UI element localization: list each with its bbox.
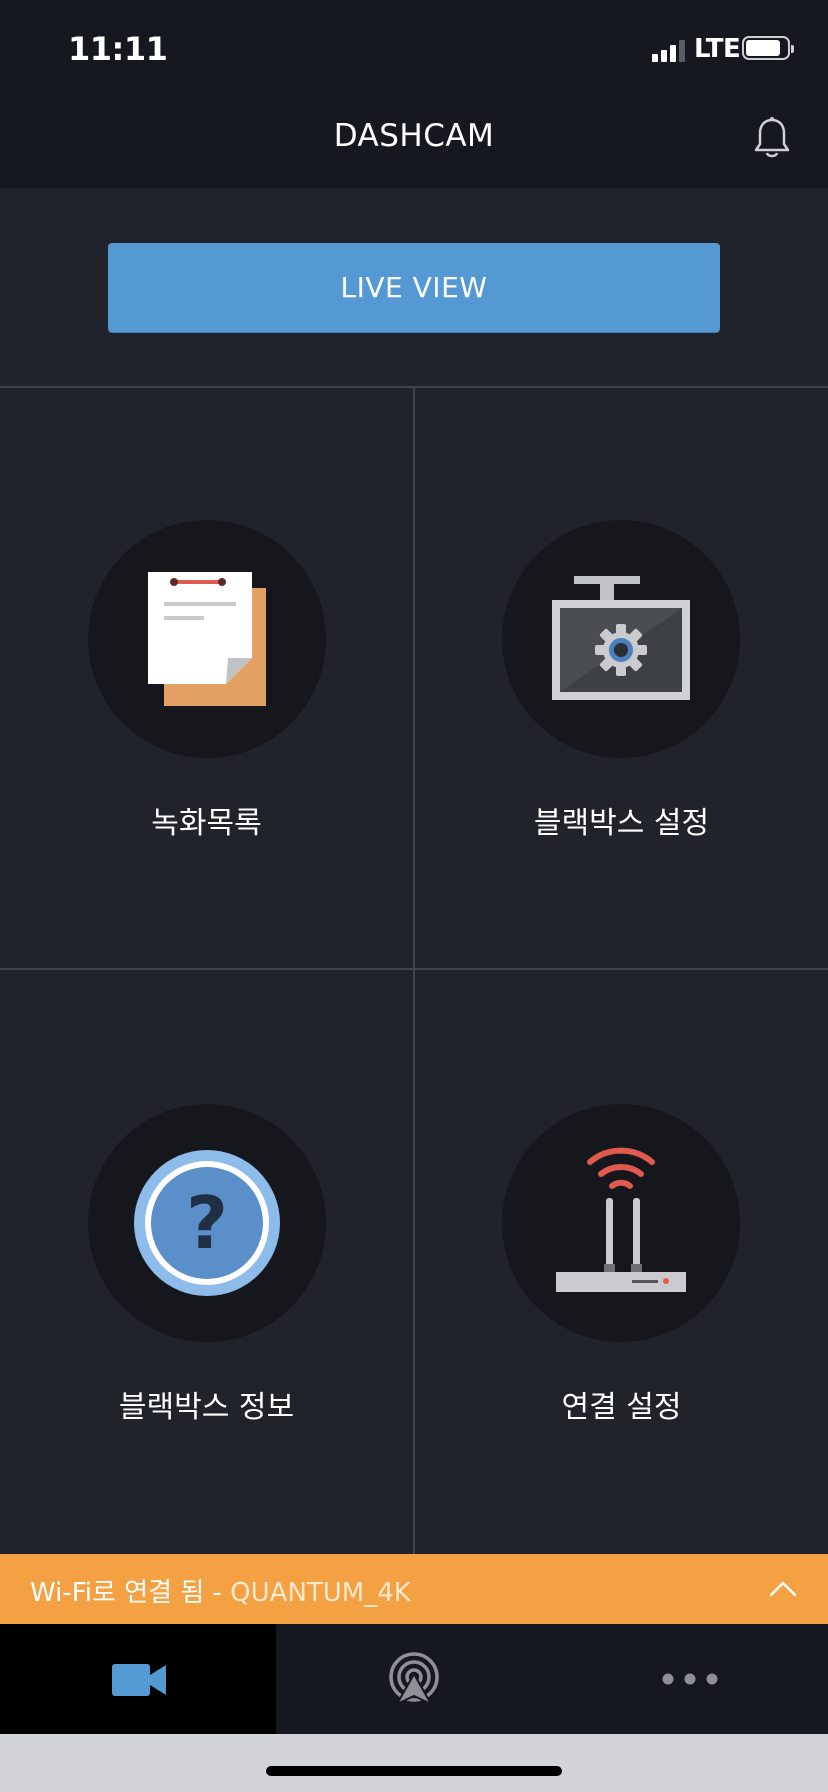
icon-circle: ?: [88, 1104, 326, 1342]
wifi-status-banner[interactable]: Wi-Fi로 연결 됨 - QUANTUM_4K: [0, 1554, 828, 1624]
chevron-up-icon[interactable]: [768, 1574, 798, 1604]
live-view-section: LIVE VIEW: [0, 188, 828, 386]
broadcast-icon: [389, 1652, 439, 1706]
signal-icon: [652, 38, 686, 62]
menu-label: 연결 설정: [561, 1390, 682, 1425]
wifi-router-icon: [556, 1147, 686, 1292]
status-time: 11:11: [68, 30, 168, 68]
more-icon: [662, 1673, 718, 1685]
icon-circle: [502, 520, 740, 758]
wifi-status-text: Wi-Fi로 연결 됨 - QUANTUM_4K: [30, 1572, 411, 1609]
menu-recording-list[interactable]: 녹화목록: [0, 388, 413, 970]
tab-broadcast[interactable]: [276, 1624, 552, 1734]
battery-icon: [742, 36, 794, 60]
icon-circle: [502, 1104, 740, 1342]
dashcam-settings-icon: [552, 576, 690, 700]
wifi-status-prefix: Wi-Fi로 연결 됨 -: [30, 1578, 231, 1608]
menu-label: 녹화목록: [151, 806, 262, 841]
home-indicator[interactable]: [266, 1766, 562, 1776]
menu-dashcam-info[interactable]: ? 블랙박스 정보: [0, 970, 413, 1552]
document-list-icon: [148, 572, 266, 706]
tab-more[interactable]: [552, 1624, 828, 1734]
bell-icon[interactable]: [752, 116, 792, 160]
menu-label: 블랙박스 설정: [533, 806, 710, 841]
tab-dashcam[interactable]: [0, 1624, 276, 1734]
status-bar: 11:11 LTE: [0, 0, 828, 88]
home-indicator-area: [0, 1734, 828, 1792]
app-header: DASHCAM: [0, 88, 828, 188]
svg-text:?: ?: [186, 1181, 228, 1265]
menu-dashcam-settings[interactable]: 블랙박스 설정: [415, 388, 828, 970]
network-type: LTE: [694, 34, 741, 64]
page-title: DASHCAM: [333, 118, 495, 154]
help-icon: ?: [134, 1150, 280, 1296]
video-camera-icon: [112, 1664, 166, 1696]
wifi-ssid: QUANTUM_4K: [230, 1578, 411, 1608]
live-view-button[interactable]: LIVE VIEW: [108, 243, 720, 332]
icon-circle: [88, 520, 326, 758]
menu-connection-settings[interactable]: 연결 설정: [415, 970, 828, 1552]
menu-label: 블랙박스 정보: [118, 1390, 295, 1425]
bottom-tab-bar: [0, 1624, 828, 1734]
